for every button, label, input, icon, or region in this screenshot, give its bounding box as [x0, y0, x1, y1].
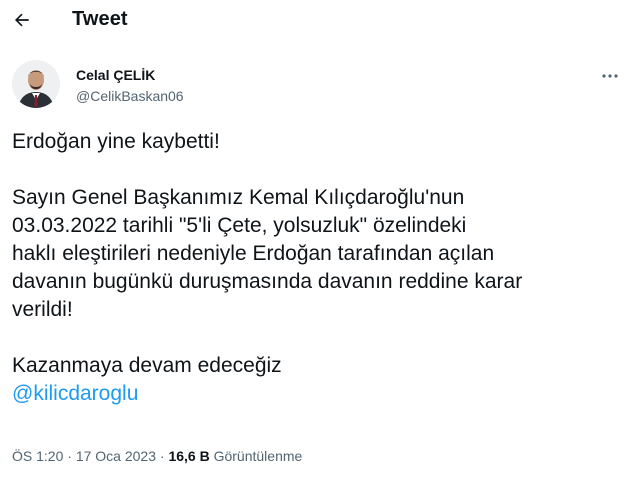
tweet-line: Erdoğan yine kaybetti!	[12, 130, 220, 153]
tweet-text: Erdoğan yine kaybetti! Sayın Genel Başka…	[12, 128, 624, 408]
tweet-time[interactable]: ÖS 1:20	[12, 448, 63, 464]
author-display-name[interactable]: Celal ÇELİK	[76, 66, 184, 84]
mention-link[interactable]: @kilicdaroglu	[12, 380, 624, 408]
arrow-left-icon	[14, 13, 29, 27]
tweet-line: haklı eleştirileri nedeniyle Erdoğan tar…	[12, 242, 495, 265]
more-horizontal-icon	[602, 74, 618, 78]
author-info: Celal ÇELİK @CelikBaskan06	[76, 66, 184, 105]
tweet-line: davanın bugünkü duruşmasında davanın red…	[12, 270, 523, 293]
tweet-metadata: ÖS 1:20 · 17 Oca 2023 · 16,6 B Görüntüle…	[12, 448, 302, 464]
separator-dot: ·	[159, 448, 165, 464]
author-handle[interactable]: @CelikBaskan06	[76, 87, 184, 105]
tweet-line: Kazanmaya devam edeceğiz	[12, 354, 282, 377]
tweet-date[interactable]: 17 Oca 2023	[76, 448, 156, 464]
views-label: Görüntülenme	[213, 448, 303, 464]
more-options-button[interactable]	[598, 66, 622, 86]
top-bar: Tweet	[0, 0, 640, 40]
tweet-line: verildi!	[12, 298, 73, 321]
avatar[interactable]	[12, 60, 60, 108]
back-button[interactable]	[8, 6, 36, 34]
tweet-line: 03.03.2022 tarihli "5'li Çete, yolsuzluk…	[12, 214, 467, 237]
views-count: 16,6 B	[168, 448, 210, 464]
profile-photo-icon	[12, 60, 60, 108]
separator-dot: ·	[67, 448, 72, 464]
tweet-line: Sayın Genel Başkanımız Kemal Kılıçdaroğl…	[12, 186, 465, 209]
page-title: Tweet	[72, 8, 128, 30]
